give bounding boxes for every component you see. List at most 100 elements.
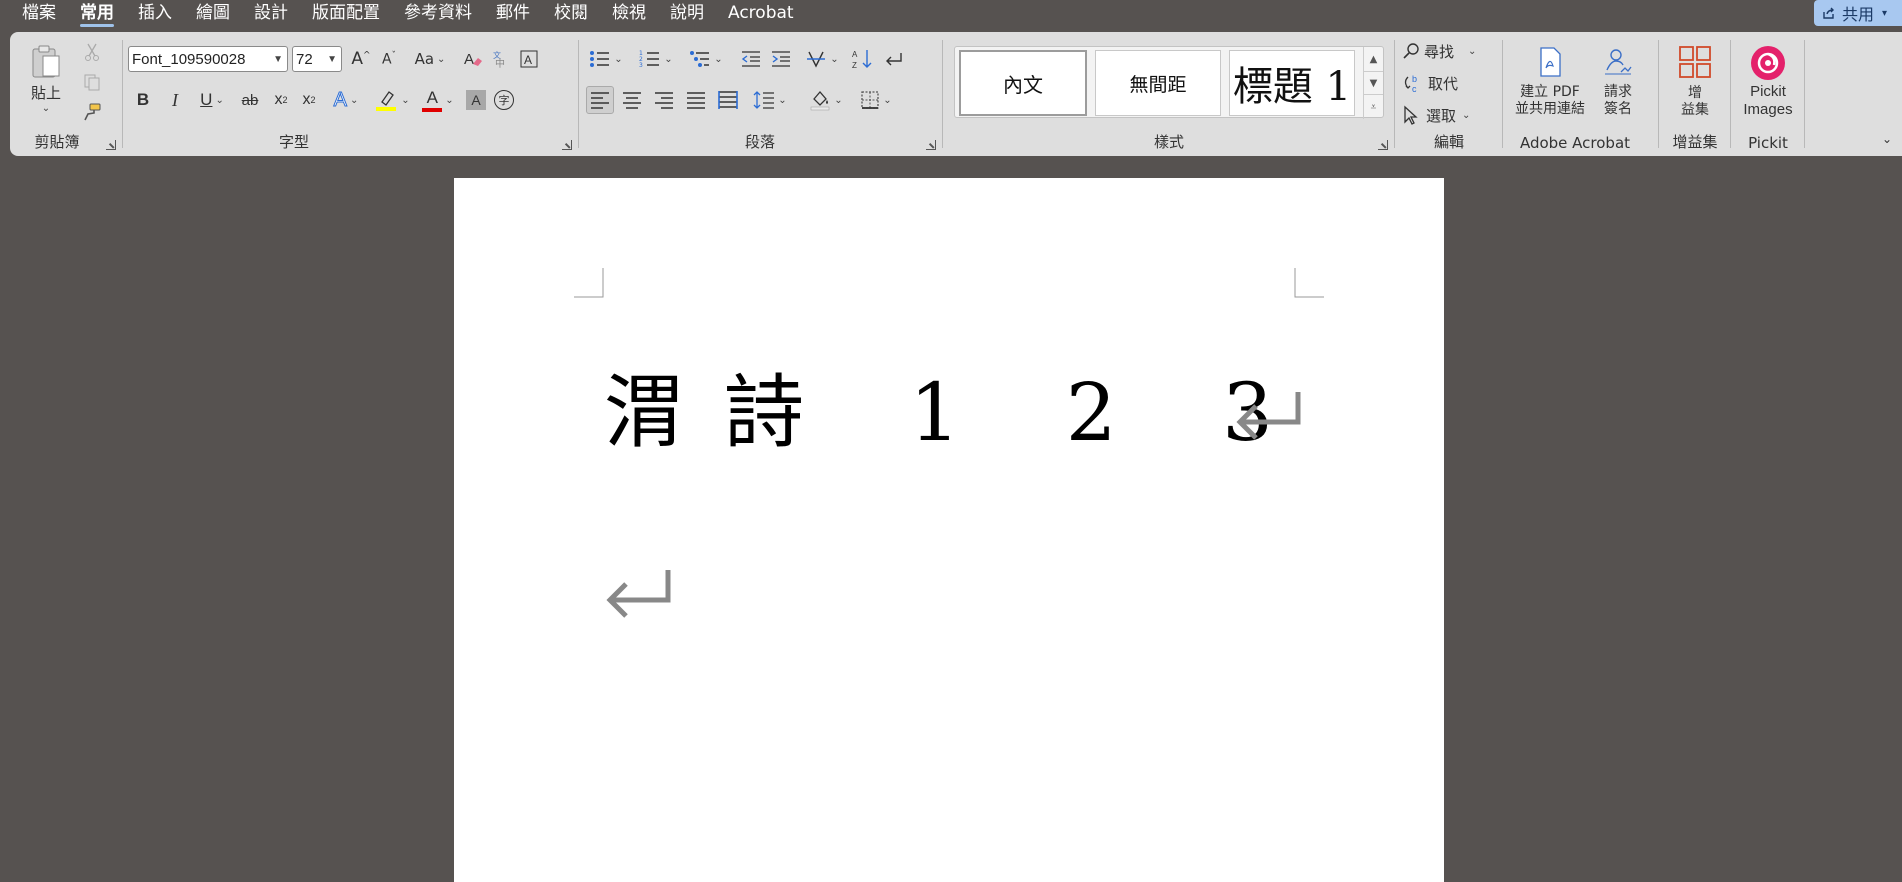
menu-home[interactable]: 常用 xyxy=(68,0,126,28)
divider xyxy=(942,40,943,148)
menu-view[interactable]: 檢視 xyxy=(600,0,658,28)
chevron-down-icon: ⌄ xyxy=(349,94,359,106)
align-left-button[interactable] xyxy=(586,86,614,114)
menu-design[interactable]: 設計 xyxy=(242,0,300,28)
menu-layout[interactable]: 版面配置 xyxy=(300,0,392,28)
menu-references[interactable]: 參考資料 xyxy=(392,0,484,28)
line-spacing-button[interactable]: ⌄ xyxy=(748,86,792,114)
chevron-down-icon: ⌄ xyxy=(215,94,224,106)
menu-help[interactable]: 說明 xyxy=(658,0,716,28)
replace-button[interactable]: bc 取代 xyxy=(1402,70,1494,96)
pickit-group: Pickit Images Pickit xyxy=(1732,32,1804,156)
pickit-images-button[interactable]: Pickit Images xyxy=(1736,40,1800,124)
chevron-down-icon: ▼ xyxy=(273,54,283,65)
menu-acrobat[interactable]: Acrobat xyxy=(716,0,806,28)
enclose-characters-icon: 字 xyxy=(494,90,514,110)
menu-file[interactable]: 檔案 xyxy=(0,0,68,28)
styles-dialog-launcher[interactable] xyxy=(1378,140,1388,150)
menu-mailings[interactable]: 郵件 xyxy=(484,0,542,28)
svg-text:A: A xyxy=(852,50,858,59)
paragraph-group-label: 段落 xyxy=(744,133,775,151)
shading-button[interactable]: ⌄ xyxy=(804,86,848,114)
gallery-scroll-up[interactable]: ▲ xyxy=(1363,47,1383,71)
asian-layout-button[interactable]: ⌄ xyxy=(802,46,842,72)
grow-font-icon: A^ xyxy=(351,49,371,69)
grow-font-button[interactable]: A^ xyxy=(348,46,374,72)
gallery-scroll-down[interactable]: ▼ xyxy=(1363,71,1383,95)
style-no-spacing[interactable]: 無間距 xyxy=(1095,50,1221,116)
align-right-button[interactable] xyxy=(650,86,678,114)
divider xyxy=(1658,40,1659,148)
justify-button[interactable] xyxy=(682,86,710,114)
highlight-color-button[interactable]: ⌄ xyxy=(370,86,414,114)
change-case-label: Aa xyxy=(414,50,435,68)
request-signature-label-2: 簽名 xyxy=(1604,101,1632,117)
shrink-font-button[interactable]: Aˇ xyxy=(376,46,402,72)
addins-button[interactable]: 增 益集 xyxy=(1670,40,1720,124)
paragraph-dialog-launcher[interactable] xyxy=(926,140,936,150)
paste-label: 貼上 xyxy=(30,84,61,102)
align-center-button[interactable] xyxy=(618,86,646,114)
bullets-icon xyxy=(590,51,610,67)
character-shading-button[interactable]: A xyxy=(464,88,488,112)
request-signature-label-1: 請求 xyxy=(1604,84,1632,100)
bullets-button[interactable]: ⌄ xyxy=(584,46,628,72)
multilevel-list-button[interactable]: ⌄ xyxy=(684,46,728,72)
chevron-down-icon: ⌄ xyxy=(41,103,51,114)
subscript-button[interactable]: x2 xyxy=(268,86,294,114)
share-icon xyxy=(1823,7,1834,19)
paragraph-group: ⌄ 123 ⌄ ⌄ ⌄ AZ ⌄ ⌄ ⌄ 段落 xyxy=(580,32,942,156)
enclose-characters-button[interactable]: 字 xyxy=(492,88,516,112)
menu-draw[interactable]: 繪圖 xyxy=(184,0,242,28)
paste-button[interactable]: 貼上 ⌄ xyxy=(28,40,64,118)
borders-button[interactable]: ⌄ xyxy=(854,86,898,114)
increase-indent-button[interactable] xyxy=(768,46,794,72)
font-color-icon: A xyxy=(422,89,443,112)
bold-button[interactable]: B xyxy=(130,86,156,114)
create-pdf-button[interactable]: 建立 PDF 並共用連結 xyxy=(1508,40,1592,124)
change-case-button[interactable]: Aa ⌄ xyxy=(410,46,450,72)
copy-button[interactable] xyxy=(80,70,104,94)
phonetic-guide-button[interactable]: 文中 xyxy=(488,46,514,72)
select-button[interactable]: 選取 ⌄ xyxy=(1402,102,1494,128)
editing-group: 尋找 ⌄ bc 取代 選取 ⌄ 編輯 xyxy=(1396,32,1502,156)
menu-review[interactable]: 校閱 xyxy=(542,0,600,28)
format-painter-button[interactable] xyxy=(80,100,104,124)
gallery-more[interactable]: ⩡ xyxy=(1363,95,1383,119)
font-size-combo[interactable]: 72 ▼ xyxy=(292,46,342,72)
cut-button[interactable] xyxy=(80,40,104,64)
collapse-ribbon-button[interactable]: ⌄ xyxy=(1878,130,1896,148)
strikethrough-button[interactable]: ab xyxy=(236,86,264,114)
share-button[interactable]: 共用 ▾ xyxy=(1814,0,1902,26)
decrease-indent-button[interactable] xyxy=(738,46,764,72)
superscript-button[interactable]: x2 xyxy=(296,86,322,114)
request-signature-button[interactable]: 請求 簽名 xyxy=(1594,40,1642,124)
sort-button[interactable]: AZ xyxy=(848,46,876,72)
italic-button[interactable]: I xyxy=(162,86,188,114)
distributed-button[interactable] xyxy=(714,86,742,114)
font-color-button[interactable]: A ⌄ xyxy=(416,86,460,114)
style-normal-label: 內文 xyxy=(1003,72,1043,97)
style-heading-1[interactable]: 標題 1 xyxy=(1229,50,1355,116)
divider xyxy=(122,40,123,148)
document-text-line-1[interactable]: 渭詩 1 2 3 xyxy=(604,348,1313,464)
text-effects-button[interactable]: A ⌄ xyxy=(326,86,366,114)
style-normal[interactable]: 內文 xyxy=(959,50,1087,116)
character-border-button[interactable]: A xyxy=(516,46,542,72)
font-name-combo[interactable]: Font_109590028 ▼ xyxy=(128,46,288,72)
justify-icon xyxy=(687,92,705,109)
scissors-icon xyxy=(85,43,99,61)
svg-text:A: A xyxy=(464,51,474,68)
underline-button[interactable]: U ⌄ xyxy=(192,86,232,114)
clipboard-dialog-launcher[interactable] xyxy=(106,140,116,150)
menu-insert[interactable]: 插入 xyxy=(126,0,184,28)
font-dialog-launcher[interactable] xyxy=(562,140,572,150)
show-formatting-marks-button[interactable] xyxy=(880,46,908,72)
clear-formatting-button[interactable]: A xyxy=(460,46,486,72)
numbering-button[interactable]: 123 ⌄ xyxy=(634,46,678,72)
document-page[interactable]: 渭詩 1 2 3 xyxy=(454,178,1444,882)
svg-text:Z: Z xyxy=(852,61,857,70)
chevron-down-icon: ⌄ xyxy=(714,53,723,65)
addins-grid-icon xyxy=(1679,46,1711,78)
find-button[interactable]: 尋找 ⌄ xyxy=(1402,38,1494,64)
